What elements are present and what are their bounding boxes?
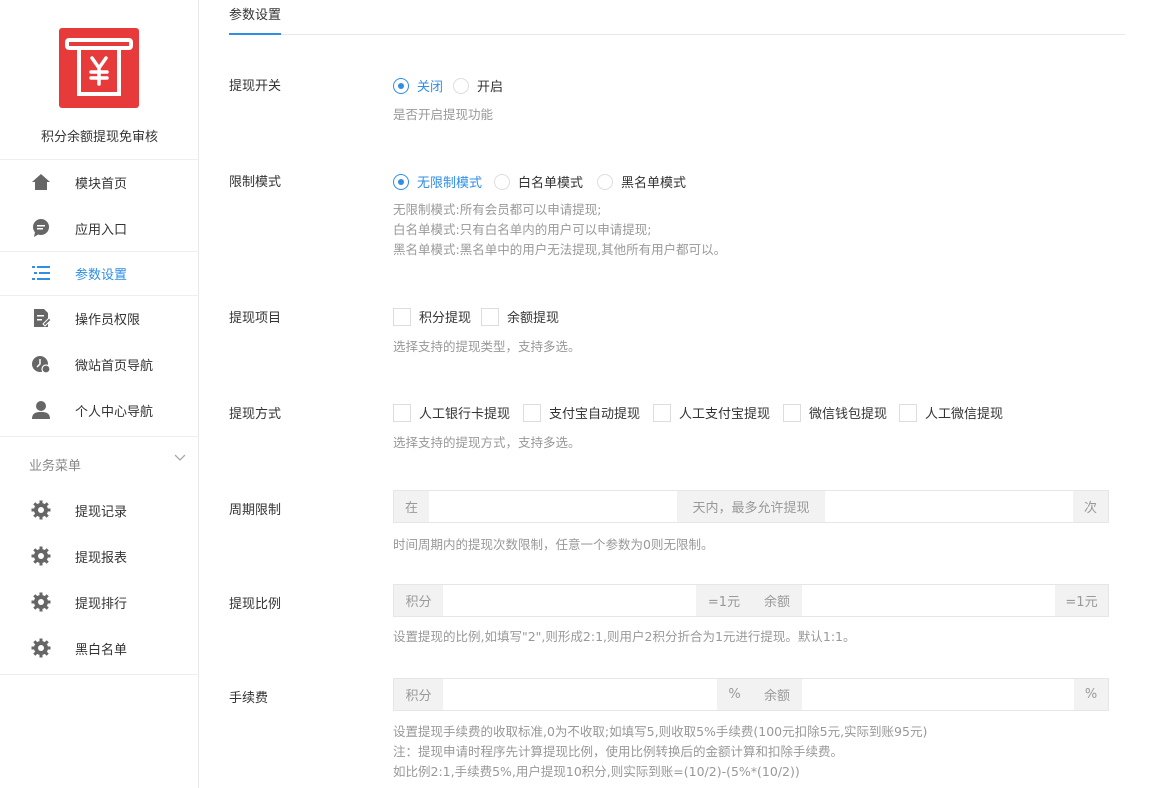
gear-icon [30,637,52,659]
fee-balance-unit: % [1074,679,1108,710]
fee-balance-input[interactable] [802,679,1074,710]
fee-help-1: 设置提现手续费的收取标准,0为不收取;如填写5,则收取5%手续费(100元扣除5… [393,724,928,739]
fee-points-input[interactable] [443,679,717,710]
period-input-group: 在 天内，最多允许提现 次 [393,490,1109,523]
fee-help-2: 注：提现申请时程序先计算提现比例，使用比例转换后的金额计算和扣除手续费。 [393,744,844,759]
sidebar-item-label: 提现排行 [75,597,128,612]
period-times-input[interactable] [825,491,1073,522]
alipay-manual-checkbox[interactable]: 人工支付宝提现 [653,403,770,422]
sidebar-item-app-entry[interactable]: 应用入口 [0,205,199,250]
wechat-manual-checkbox[interactable]: 人工微信提现 [899,403,1003,422]
mode-help-1: 无限制模式:所有会员都可以申请提现; [393,202,602,217]
sidebar-item-black-white-list[interactable]: 黑白名单 [0,625,199,670]
wechat-wallet-checkbox[interactable]: 微信钱包提现 [783,403,887,422]
methods-label: 提现方式 [229,407,282,422]
gear-icon [30,545,52,567]
ratio-points-input[interactable] [443,585,696,616]
switch-label: 提现开关 [229,79,282,94]
fee-balance-addon: 余额 [752,679,802,710]
switch-help: 是否开启提现功能 [393,107,494,122]
sidebar-item-label: 应用入口 [75,223,128,238]
ratio-label: 提现比例 [229,597,282,612]
sidebar-item-site-nav[interactable]: 微站首页导航 [0,341,199,386]
sidebar-item-withdraw-ranking[interactable]: 提现排行 [0,579,199,624]
sidebar-item-label: 操作员权限 [75,313,141,328]
sidebar-item-label: 个人中心导航 [75,405,154,420]
user-icon [30,399,52,421]
period-label: 周期限制 [229,503,282,518]
period-suffix: 次 [1073,491,1108,522]
clock-icon [30,353,52,375]
sidebar-item-params[interactable]: 参数设置 [0,250,199,295]
sidebar-item-label: 模块首页 [75,177,128,192]
sidebar-item-module-home[interactable]: 模块首页 [0,159,199,204]
alipay-auto-checkbox[interactable]: 支付宝自动提现 [523,403,640,422]
module-header: 积分余额提现免审核 [0,0,198,160]
gear-icon [30,499,52,521]
gear-icon [30,591,52,613]
fee-points-unit: % [717,679,752,710]
period-middle: 天内，最多允许提现 [677,491,825,522]
chat-icon [30,217,52,239]
points-withdraw-checkbox[interactable]: 积分提现 [393,307,471,326]
ratio-balance-input[interactable] [802,585,1055,616]
fee-help-3: 如比例2:1,手续费5%,用户提现10积分,则实际到账=(10/2)-(5%*(… [393,764,800,779]
mode-help-2: 白名单模式:只有白名单内的用户可以申请提现; [393,222,652,237]
mode-blacklist-radio[interactable]: 黑名单模式 [597,172,686,191]
app-root: 积分余额提现免审核 模块首页 应用入口 参数设置 操作员权限 微站首页导航 个人… [0,0,1150,788]
items-label: 提现项目 [229,311,282,326]
period-help: 时间周期内的提现次数限制，任意一个参数为0则无限制。 [393,537,714,552]
sidebar-item-user-center-nav[interactable]: 个人中心导航 [0,387,199,432]
divider [0,436,199,437]
mode-help-3: 黑名单模式:黑名单中的用户无法提现,其他所有用户都可以。 [393,242,727,257]
business-menu-title: 业务菜单 [29,459,82,474]
tab-params[interactable]: 参数设置 [229,4,282,35]
sidebar: 积分余额提现免审核 模块首页 应用入口 参数设置 操作员权限 微站首页导航 个人… [0,0,199,788]
fee-input-group: 积分 % 余额 % [393,678,1109,711]
items-help: 选择支持的提现类型，支持多选。 [393,339,581,354]
balance-withdraw-checkbox[interactable]: 余额提现 [481,307,559,326]
ratio-input-group: 积分 =1元 余额 =1元 [393,584,1109,617]
sidebar-item-label: 提现记录 [75,505,128,520]
period-prefix: 在 [394,491,429,522]
mode-whitelist-radio[interactable]: 白名单模式 [494,172,583,191]
fee-points-addon: 积分 [394,679,443,710]
sidebar-item-withdraw-report[interactable]: 提现报表 [0,533,199,578]
withdraw-logo-icon [59,28,139,108]
sidebar-item-label: 微站首页导航 [75,359,154,374]
bank-card-checkbox[interactable]: 人工银行卡提现 [393,403,510,422]
mode-label: 限制模式 [229,175,282,190]
ratio-balance-unit: =1元 [1055,585,1108,616]
sidebar-item-operator-permissions[interactable]: 操作员权限 [0,295,199,340]
settings-list-icon [30,262,52,284]
switch-on-radio[interactable]: 开启 [453,76,503,95]
ratio-help: 设置提现的比例,如填写"2",则形成2:1,则用户2积分折合为1元进行提现。默认… [393,629,856,644]
home-icon [30,171,52,193]
fee-label: 手续费 [229,691,269,706]
ratio-balance-addon: 余额 [752,585,802,616]
tab-bar: 参数设置 [229,0,1125,35]
sidebar-item-label: 提现报表 [75,551,128,566]
module-name: 积分余额提现免审核 [40,130,158,145]
ratio-points-addon: 积分 [394,585,443,616]
ratio-points-unit: =1元 [696,585,752,616]
sidebar-item-label: 黑白名单 [75,643,128,658]
divider [0,674,199,675]
chevron-down-icon[interactable] [173,451,187,465]
sidebar-item-label: 参数设置 [75,268,128,283]
switch-off-radio[interactable]: 关闭 [393,76,443,95]
period-days-input[interactable] [429,491,677,522]
edit-doc-icon [30,307,52,329]
sidebar-item-withdraw-records[interactable]: 提现记录 [0,487,199,532]
methods-help: 选择支持的提现方式，支持多选。 [393,435,581,450]
mode-unlimited-radio[interactable]: 无限制模式 [393,172,482,191]
